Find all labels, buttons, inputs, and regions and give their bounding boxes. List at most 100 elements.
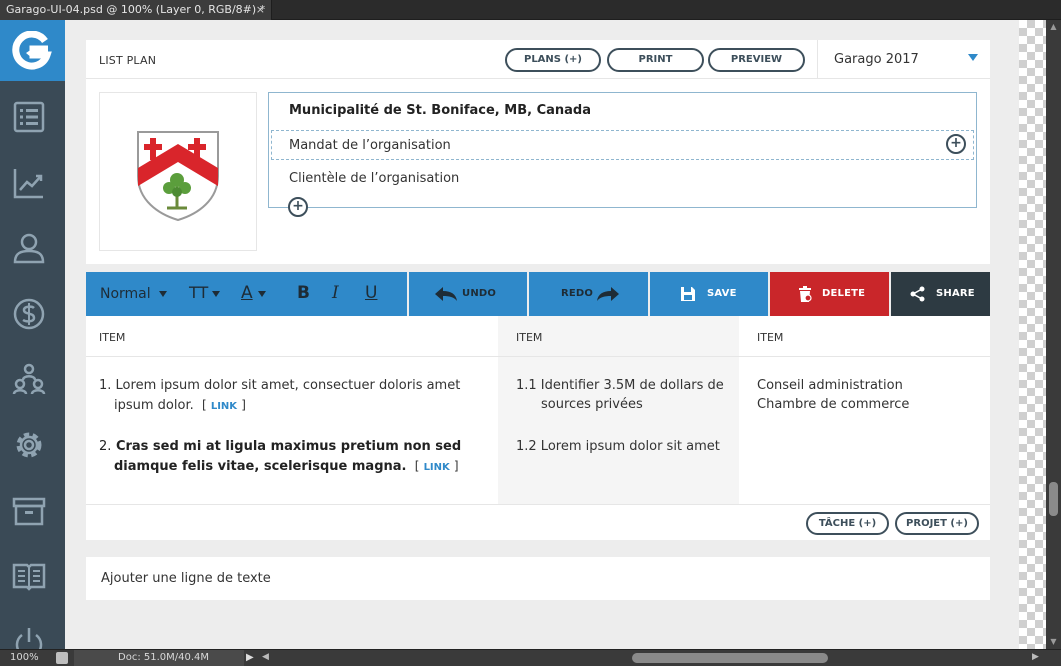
power-icon <box>15 628 43 649</box>
delete-label: DELETE <box>822 288 866 299</box>
text-format-group: Normal TT A B I U <box>86 272 407 316</box>
divider <box>86 356 990 357</box>
vertical-scroll-thumb[interactable] <box>1049 482 1058 516</box>
organization-mandate: Mandat de l’organisation <box>289 138 451 153</box>
list-item[interactable]: Conseil administration <box>757 377 903 395</box>
sidebar-item-stats[interactable] <box>0 151 65 213</box>
underline-button[interactable]: U <box>365 283 377 303</box>
add-project-button[interactable]: PROJET (+) <box>895 512 979 535</box>
column-header: ITEM <box>516 331 543 344</box>
item-link[interactable]: LINK <box>424 462 450 473</box>
organization-clientele[interactable]: Clientèle de l’organisation <box>289 171 459 186</box>
add-field-button[interactable]: + <box>288 197 308 217</box>
vertical-scrollbar[interactable]: ▲ ▼ <box>1046 20 1061 649</box>
ps-status-bar: 100% Doc: 51.0M/40.4M ▶ ◀ ▶ <box>0 649 1061 666</box>
gear-icon <box>16 432 42 458</box>
share-button[interactable]: SHARE <box>891 272 990 316</box>
add-text-line[interactable]: Ajouter une ligne de texte <box>86 557 990 600</box>
add-text-line-label: Ajouter une ligne de texte <box>101 571 271 586</box>
page-title: LIST PLAN <box>99 54 157 67</box>
print-button[interactable]: PRINT <box>607 48 704 72</box>
list-item-continued: ipsum dolor. [ LINK ] <box>114 396 246 416</box>
close-icon[interactable]: × <box>256 0 265 20</box>
list-item-text: Lorem ipsum dolor sit amet, consectuer d… <box>115 378 461 393</box>
undo-label: UNDO <box>462 288 497 299</box>
horizontal-scroll-thumb[interactable] <box>632 653 828 663</box>
chart-line-icon <box>13 169 43 199</box>
bold-button[interactable]: B <box>297 283 310 303</box>
team-icon <box>12 363 46 395</box>
plan-select[interactable]: Garago 2017 <box>817 40 990 79</box>
item-link[interactable]: LINK <box>211 401 237 412</box>
text-size-icon[interactable]: TT <box>189 283 208 302</box>
book-icon <box>12 563 46 591</box>
list-icon <box>13 101 45 133</box>
organization-name[interactable]: Municipalité de St. Boniface, MB, Canada <box>289 103 591 118</box>
status-menu-arrow-icon[interactable]: ▶ <box>246 652 254 663</box>
list-item[interactable]: 2. Cras sed mi at ligula maximus pretium… <box>99 438 461 456</box>
sidebar-item-list[interactable] <box>0 85 65 147</box>
sidebar-item-profile[interactable] <box>0 216 65 278</box>
save-button[interactable]: SAVE <box>650 272 768 316</box>
chevron-down-icon <box>212 291 220 297</box>
bracket: [ <box>202 398 207 412</box>
ps-tab-bar: Garago-UI-04.psd @ 100% (Layer 0, RGB/8#… <box>0 0 1061 20</box>
bracket: [ <box>414 459 420 473</box>
document-info: Doc: 51.0M/40.4M <box>74 650 244 666</box>
save-icon <box>681 287 695 301</box>
add-mandate-button[interactable]: + <box>946 134 966 154</box>
list-plan-header: LIST PLAN PLANS (+) PRINT PREVIEW Garago… <box>86 40 990 79</box>
list-item[interactable]: 1. Lorem ipsum dolor sit amet, consectue… <box>99 377 460 395</box>
list-item[interactable]: Chambre de commerce <box>757 396 909 414</box>
status-options-icon[interactable] <box>56 652 68 664</box>
preview-button[interactable]: PREVIEW <box>708 48 805 72</box>
list-item-number: 1. <box>99 378 112 393</box>
column-header: ITEM <box>757 331 784 344</box>
save-label: SAVE <box>707 288 737 299</box>
coat-of-arms-icon <box>137 131 219 222</box>
organization-mandate-field[interactable]: Mandat de l’organisation + <box>271 130 974 160</box>
column-header: ITEM <box>99 331 126 344</box>
list-item-text: diamque felis vitae, scelerisque magna. <box>114 459 407 474</box>
editor-toolbar: Normal TT A B I U UNDO REDO SAVE DELETE … <box>86 272 990 316</box>
garago-logo-icon <box>12 31 52 70</box>
scroll-left-icon[interactable]: ◀ <box>262 652 269 662</box>
chevron-down-icon <box>258 291 266 297</box>
sidebar-item-archive[interactable] <box>0 479 65 541</box>
logo[interactable] <box>0 20 65 81</box>
sidebar-item-team[interactable] <box>0 347 65 409</box>
sidebar-item-logout[interactable] <box>0 610 65 649</box>
list-item[interactable]: 1.1 Identifier 3.5M de dollars de <box>516 377 724 395</box>
scroll-up-icon[interactable]: ▲ <box>1049 22 1058 32</box>
undo-icon <box>435 287 457 301</box>
divider <box>86 504 990 505</box>
sidebar-item-finance[interactable] <box>0 282 65 344</box>
list-item-continued: diamque felis vitae, scelerisque magna. … <box>114 457 459 477</box>
add-task-button[interactable]: TÂCHE (+) <box>806 512 889 535</box>
font-color-icon[interactable]: A <box>241 283 253 303</box>
bracket: ] <box>453 459 459 473</box>
list-item[interactable]: 1.2 Lorem ipsum dolor sit amet <box>516 438 720 456</box>
chevron-down-icon <box>968 54 978 61</box>
sidebar-item-settings[interactable] <box>0 413 65 475</box>
list-item-text: ipsum dolor. <box>114 398 194 413</box>
crest-image[interactable] <box>99 92 257 251</box>
organization-panel: Municipalité de St. Boniface, MB, Canada… <box>86 79 990 264</box>
redo-button[interactable]: REDO <box>529 272 648 316</box>
zoom-level[interactable]: 100% <box>10 652 39 663</box>
sidebar-item-docs[interactable] <box>0 544 65 606</box>
bracket: ] <box>241 398 246 412</box>
archive-icon <box>12 497 46 526</box>
paragraph-style-select[interactable]: Normal <box>100 286 151 302</box>
redo-icon <box>597 287 619 301</box>
organization-details: Municipalité de St. Boniface, MB, Canada… <box>268 92 977 208</box>
scroll-down-icon[interactable]: ▼ <box>1049 637 1058 647</box>
delete-button[interactable]: DELETE <box>770 272 889 316</box>
plans-add-button[interactable]: PLANS (+) <box>505 48 601 72</box>
list-item-text: Cras sed mi at ligula maximus pretium no… <box>115 439 462 454</box>
scroll-right-icon[interactable]: ▶ <box>1032 652 1039 662</box>
ps-document-title: Garago-UI-04.psd @ 100% (Layer 0, RGB/8#… <box>6 3 266 16</box>
italic-button[interactable]: I <box>332 283 339 303</box>
ps-document-tab[interactable]: Garago-UI-04.psd @ 100% (Layer 0, RGB/8#… <box>0 0 272 20</box>
undo-button[interactable]: UNDO <box>409 272 527 316</box>
